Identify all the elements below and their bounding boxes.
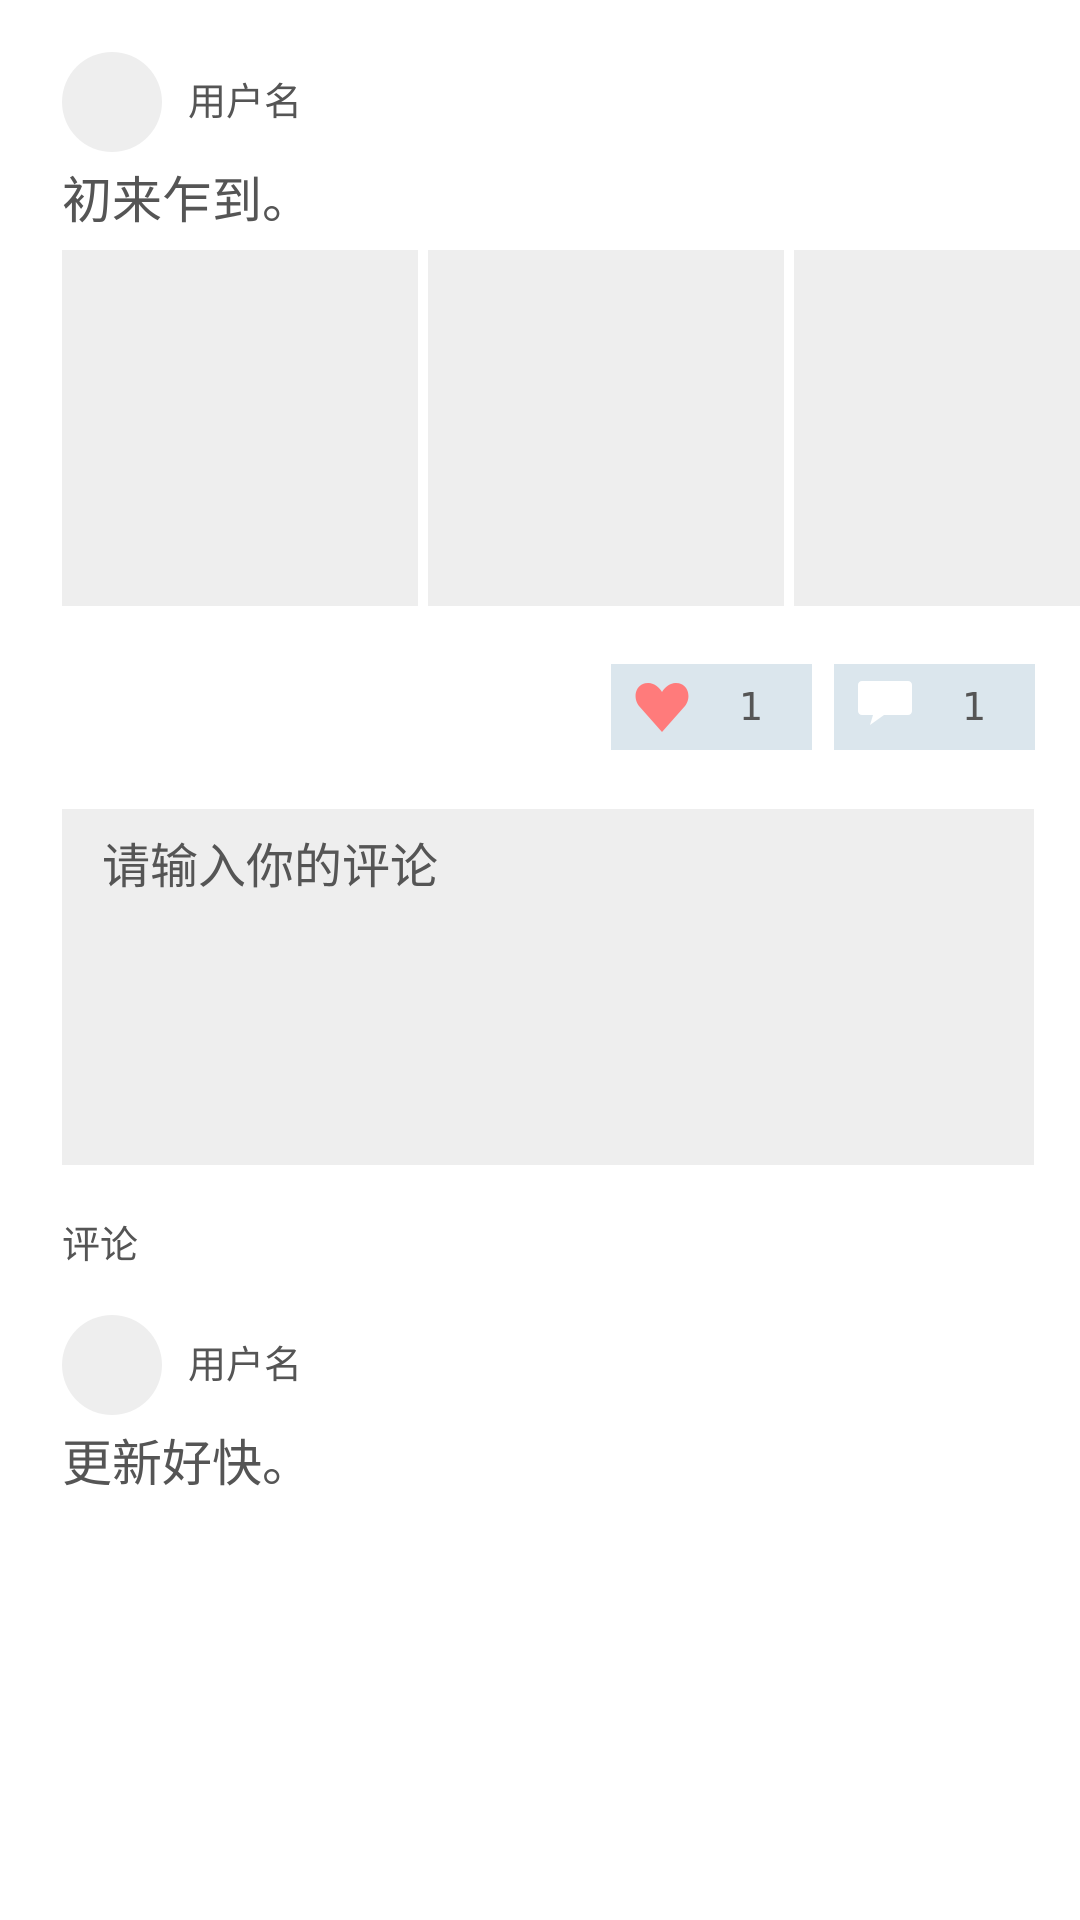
post-image-2[interactable] xyxy=(428,250,784,606)
comment-input[interactable] xyxy=(62,809,1034,1165)
comment-count: 1 xyxy=(962,685,987,729)
post-author: 用户名 xyxy=(62,52,302,152)
like-count: 1 xyxy=(739,685,764,729)
post-detail-page: 用户名 初来乍到。 1 1 评论 用户名 更新好快。 xyxy=(0,0,1080,1920)
comment-text: 更新好快。 xyxy=(62,1435,312,1493)
post-image-strip xyxy=(62,250,1080,606)
post-text: 初来乍到。 xyxy=(62,172,312,230)
speech-bubble-icon xyxy=(858,681,912,725)
avatar[interactable] xyxy=(62,1315,162,1415)
avatar[interactable] xyxy=(62,52,162,152)
post-image-1[interactable] xyxy=(62,250,418,606)
comment-button[interactable]: 1 xyxy=(834,664,1035,750)
post-username[interactable]: 用户名 xyxy=(188,83,302,121)
heart-icon xyxy=(635,683,689,732)
comment-username[interactable]: 用户名 xyxy=(188,1346,302,1384)
comments-section-title: 评论 xyxy=(62,1223,139,1267)
like-button[interactable]: 1 xyxy=(611,664,812,750)
post-image-3[interactable] xyxy=(794,250,1080,606)
comment-author: 用户名 xyxy=(62,1315,302,1415)
